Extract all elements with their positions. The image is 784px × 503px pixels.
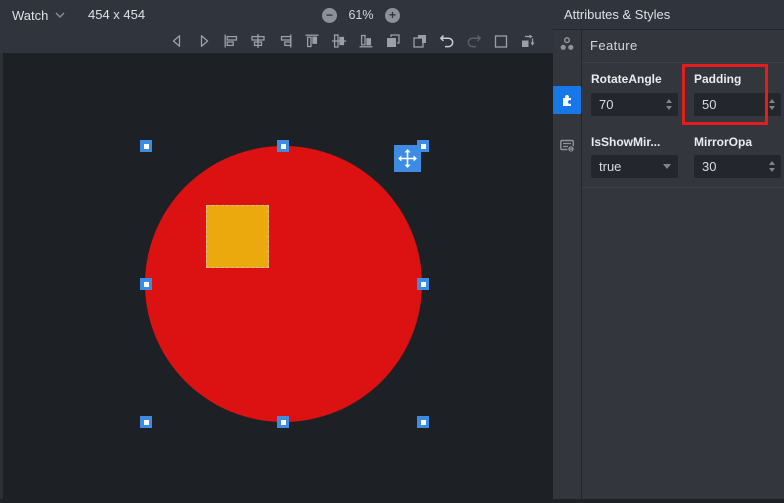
selection-handle-bottom-center[interactable] (277, 416, 289, 428)
zoom-in-button[interactable]: + (385, 8, 400, 23)
canvas-toolbar (168, 32, 537, 50)
previous-icon[interactable] (168, 32, 186, 50)
zoom-controls: − 61% + (322, 0, 400, 30)
section-divider (582, 62, 784, 63)
tab-info[interactable] (553, 131, 581, 159)
align-bottom-icon[interactable] (357, 32, 375, 50)
redo-icon[interactable] (465, 32, 483, 50)
mirroropa-field[interactable] (694, 155, 781, 178)
stepper-icon[interactable] (767, 155, 777, 178)
canvas-size-label: 454 x 454 (88, 0, 145, 30)
stepper-icon[interactable] (664, 93, 674, 116)
dropdown-selected-value: true (591, 159, 663, 174)
zoom-out-button[interactable]: − (322, 8, 337, 23)
undo-icon[interactable] (438, 32, 456, 50)
square-shape[interactable] (206, 205, 269, 268)
device-selector-label: Watch (12, 8, 48, 23)
attributes-panel-title: Attributes & Styles (564, 0, 670, 30)
selection-handle-top-left[interactable] (140, 140, 152, 152)
align-right-icon[interactable] (276, 32, 294, 50)
selection-handle-bottom-right[interactable] (417, 416, 429, 428)
bring-to-front-icon[interactable] (384, 32, 402, 50)
design-tool-window: Watch 454 x 454 − 61% + Attributes & Sty… (0, 0, 784, 503)
selection-handle-middle-left[interactable] (140, 278, 152, 290)
section-divider (582, 187, 784, 188)
group-icon (558, 35, 576, 53)
align-middle-vertical-icon[interactable] (330, 32, 348, 50)
send-to-back-icon[interactable] (411, 32, 429, 50)
swap-component-icon[interactable] (519, 32, 537, 50)
field-label-isshowmirror: IsShowMir... (591, 135, 660, 149)
align-top-icon[interactable] (303, 32, 321, 50)
field-label-rotateangle: RotateAngle (591, 72, 662, 86)
stepper-icon[interactable] (767, 93, 777, 116)
zoom-level-label: 61% (346, 8, 376, 22)
selection-handle-bottom-left[interactable] (140, 416, 152, 428)
attributes-panel: Feature RotateAngle Padding IsShowMir...… (553, 30, 784, 499)
align-left-icon[interactable] (222, 32, 240, 50)
padding-field[interactable] (694, 93, 781, 116)
window-bottom-edge (0, 499, 784, 503)
next-icon[interactable] (195, 32, 213, 50)
field-label-mirroropa: MirrorOpa (694, 135, 752, 149)
panel-tab-strip (553, 30, 582, 499)
field-label-padding: Padding (694, 72, 741, 86)
rotateangle-field[interactable] (591, 93, 678, 116)
selection-handle-middle-right[interactable] (417, 278, 429, 290)
chevron-down-icon (663, 164, 671, 169)
canvas[interactable] (3, 53, 553, 499)
chevron-down-icon (55, 12, 65, 18)
align-center-horizontal-icon[interactable] (249, 32, 267, 50)
tab-collaborate[interactable] (553, 30, 581, 58)
isshowmirror-dropdown[interactable]: true (591, 155, 678, 178)
marquee-select-icon[interactable] (492, 32, 510, 50)
selection-handle-top-center[interactable] (277, 140, 289, 152)
panel-section-title: Feature (590, 30, 638, 62)
tab-plugin-active[interactable] (553, 86, 581, 114)
move-cross-icon (398, 149, 417, 168)
puzzle-icon (558, 91, 576, 109)
feature-panel: Feature RotateAngle Padding IsShowMir...… (582, 30, 784, 499)
move-tool-button[interactable] (394, 145, 421, 172)
device-selector-dropdown[interactable]: Watch (12, 0, 65, 30)
form-info-icon (558, 136, 576, 154)
circle-shape[interactable] (145, 146, 422, 422)
